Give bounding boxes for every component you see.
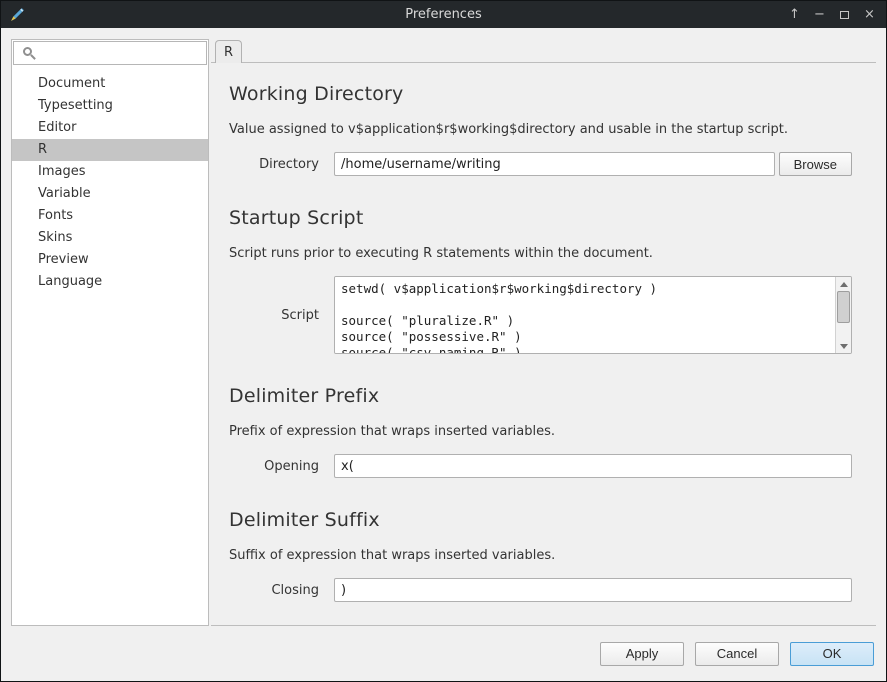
directory-row: Directory Browse bbox=[229, 152, 852, 176]
section-delimiter-suffix: Delimiter Suffix Suffix of expression th… bbox=[229, 509, 852, 602]
settings-pane: Working Directory Value assigned to v$ap… bbox=[211, 62, 876, 626]
app-icon bbox=[9, 6, 26, 23]
sidebar-item-r[interactable]: R bbox=[12, 139, 208, 161]
directory-input[interactable] bbox=[334, 152, 775, 176]
scroll-up-button[interactable] bbox=[836, 277, 851, 291]
minimize-button[interactable]: − bbox=[807, 4, 832, 26]
section-description: Value assigned to v$application$r$workin… bbox=[229, 122, 852, 137]
window-controls: ↑ − × bbox=[782, 4, 882, 26]
dialog-footer: Apply Cancel OK bbox=[1, 626, 886, 681]
tab-r[interactable]: R bbox=[215, 40, 242, 63]
closing-field-group bbox=[334, 578, 852, 602]
sidebar-item-language[interactable]: Language bbox=[12, 271, 208, 293]
closing-input[interactable] bbox=[334, 578, 852, 602]
section-delimiter-prefix: Delimiter Prefix Prefix of expression th… bbox=[229, 385, 852, 478]
section-title: Startup Script bbox=[229, 207, 852, 229]
close-button[interactable]: × bbox=[857, 4, 882, 26]
script-field-group: setwd( v$application$r$working$directory… bbox=[334, 276, 852, 354]
category-list: Document Typesetting Editor R Images Var… bbox=[12, 66, 208, 300]
sidebar-item-skins[interactable]: Skins bbox=[12, 227, 208, 249]
directory-label: Directory bbox=[229, 157, 319, 172]
section-working-directory: Working Directory Value assigned to v$ap… bbox=[229, 83, 852, 176]
sidebar-item-preview[interactable]: Preview bbox=[12, 249, 208, 271]
closing-label: Closing bbox=[229, 583, 319, 598]
opening-input[interactable] bbox=[334, 454, 852, 478]
sidebar-item-document[interactable]: Document bbox=[12, 73, 208, 95]
scroll-down-icon bbox=[840, 344, 848, 349]
content-panel: R Working Directory Value assigned to v$… bbox=[211, 39, 876, 626]
section-description: Prefix of expression that wraps inserted… bbox=[229, 424, 852, 439]
section-title: Working Directory bbox=[229, 83, 852, 105]
opening-label: Opening bbox=[229, 459, 319, 474]
cancel-button[interactable]: Cancel bbox=[695, 642, 779, 666]
preferences-window: Preferences ↑ − × Document Typesetting E… bbox=[0, 0, 887, 682]
maximize-button[interactable] bbox=[832, 4, 857, 26]
apply-button[interactable]: Apply bbox=[600, 642, 684, 666]
titlebar: Preferences ↑ − × bbox=[1, 1, 886, 28]
sidebar-item-typesetting[interactable]: Typesetting bbox=[12, 95, 208, 117]
search-icon bbox=[23, 47, 32, 56]
section-description: Suffix of expression that wraps inserted… bbox=[229, 548, 852, 563]
directory-field-group: Browse bbox=[334, 152, 852, 176]
scrollbar-thumb[interactable] bbox=[837, 291, 850, 323]
script-scrollbar[interactable] bbox=[835, 277, 851, 353]
sidebar-item-images[interactable]: Images bbox=[12, 161, 208, 183]
tab-bar: R bbox=[211, 39, 876, 62]
section-description: Script runs prior to executing R stateme… bbox=[229, 246, 852, 261]
script-textarea[interactable]: setwd( v$application$r$working$directory… bbox=[335, 277, 835, 353]
browse-button[interactable]: Browse bbox=[779, 152, 852, 176]
sidebar-item-fonts[interactable]: Fonts bbox=[12, 205, 208, 227]
scroll-down-button[interactable] bbox=[836, 339, 851, 353]
shade-icon: ↑ bbox=[789, 7, 800, 22]
window-title: Preferences bbox=[1, 7, 886, 22]
section-title: Delimiter Suffix bbox=[229, 509, 852, 531]
ok-button[interactable]: OK bbox=[790, 642, 874, 666]
sidebar: Document Typesetting Editor R Images Var… bbox=[11, 39, 209, 626]
main-area: Document Typesetting Editor R Images Var… bbox=[1, 28, 886, 626]
script-editor: setwd( v$application$r$working$directory… bbox=[334, 276, 852, 354]
sidebar-item-editor[interactable]: Editor bbox=[12, 117, 208, 139]
section-startup-script: Startup Script Script runs prior to exec… bbox=[229, 207, 852, 354]
close-icon: × bbox=[864, 7, 875, 22]
script-row: Script setwd( v$application$r$working$di… bbox=[229, 276, 852, 354]
script-label: Script bbox=[229, 308, 319, 323]
search-input[interactable] bbox=[14, 43, 206, 65]
opening-row: Opening bbox=[229, 454, 852, 478]
opening-field-group bbox=[334, 454, 852, 478]
scroll-up-icon bbox=[840, 282, 848, 287]
sidebar-item-variable[interactable]: Variable bbox=[12, 183, 208, 205]
scrollbar-track[interactable] bbox=[836, 291, 851, 339]
maximize-icon bbox=[840, 11, 849, 19]
minimize-icon: − bbox=[814, 7, 825, 22]
shade-button[interactable]: ↑ bbox=[782, 4, 807, 26]
section-title: Delimiter Prefix bbox=[229, 385, 852, 407]
closing-row: Closing bbox=[229, 578, 852, 602]
search-box bbox=[13, 41, 207, 65]
